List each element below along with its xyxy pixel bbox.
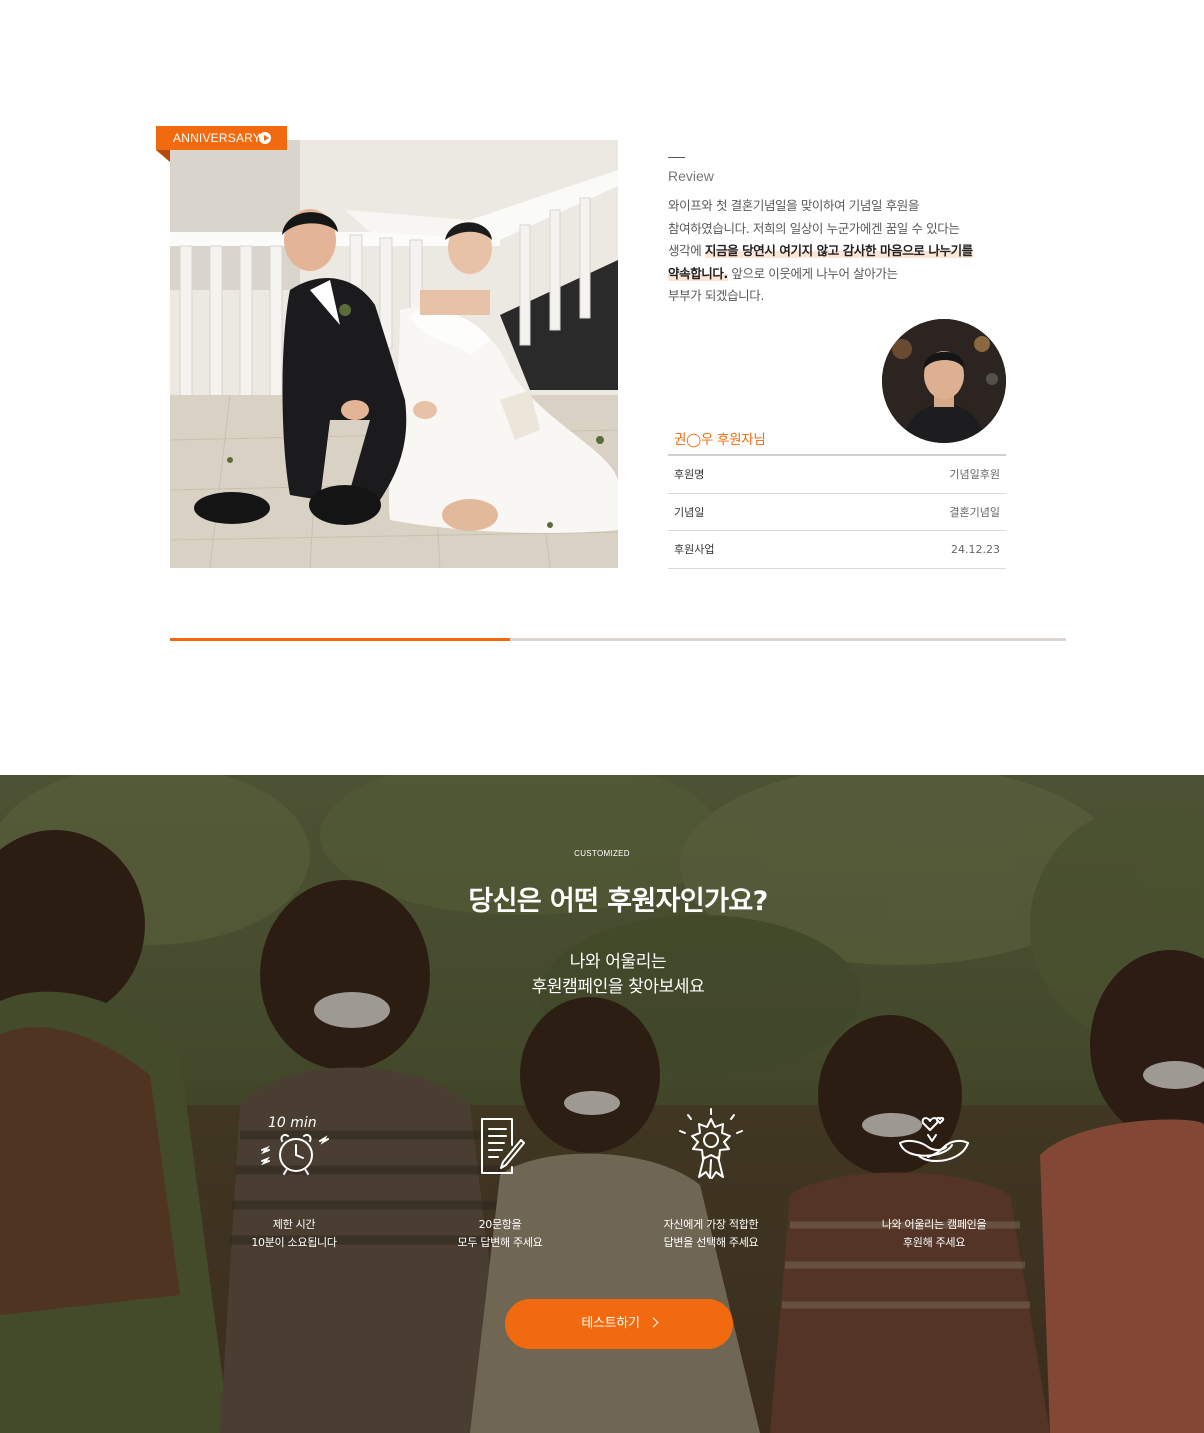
step-label: 나와 어울리는 캠페인을 후원해 주세요 [824, 1216, 1044, 1252]
step-time-limit: 10 min 제한 시간 10분이 소요됩니다 [184, 1105, 404, 1252]
wedding-photo [170, 140, 618, 568]
step-label: 20문항을 모두 답변해 주세요 [390, 1216, 610, 1252]
section-subheading: 나와 어울리는 후원캠페인을 찾아보세요 [0, 950, 1204, 1000]
section-headline: 당신은 어떤 후원자인가요? [468, 886, 768, 917]
review-line: 생각에 [668, 243, 705, 259]
alarm-clock-icon: 10 min [261, 1115, 329, 1175]
step-label-line: 제한 시간 [272, 1218, 316, 1231]
review-divider [668, 157, 685, 158]
carousel-progress-fill [170, 638, 511, 641]
table-row: 후원명 기념일후원 [668, 456, 1006, 494]
review-line: 참여하였습니다. 저희의 일상이 누군가에겐 꿈일 수 있다는 [668, 220, 960, 236]
subheading-line: 후원캠페인을 찾아보세요 [531, 977, 705, 997]
row-key: 후원사업 [674, 543, 715, 557]
step-label: 자신에게 가장 적합한 답변을 선택해 주세요 [601, 1216, 821, 1252]
review-heading: Review [668, 168, 714, 184]
step-answer-all: 20문항을 모두 답변해 주세요 [390, 1105, 610, 1252]
hands-heart-icon [899, 1116, 969, 1162]
row-value: 기념일후원 [949, 468, 1000, 482]
step-choose-answer: 자신에게 가장 적합한 답변을 선택해 주세요 [601, 1105, 821, 1252]
step-label-line: 답변을 선택해 주세요 [663, 1236, 759, 1249]
step-label: 제한 시간 10분이 소요됩니다 [184, 1216, 404, 1252]
tag-fold-shadow [156, 150, 170, 162]
start-test-button-label: 테스트하기 [581, 1316, 640, 1331]
sponsor-name: 권◯우 후원자님 [674, 432, 766, 448]
step-sponsor-campaign: 나와 어울리는 캠페인을 후원해 주세요 [824, 1105, 1044, 1252]
review-highlight: 지금을 당연시 여기지 않고 감사한 마음으로 나누기를 [704, 243, 973, 259]
start-test-button[interactable]: 테스트하기 [505, 1299, 733, 1349]
review-line: 와이프와 첫 결혼기념일을 맞이하여 기념일 후원을 [668, 198, 919, 213]
review-section: ANNIVERSARY Review 와이프와 첫 결혼기념일을 맞이하여 기념… [0, 0, 1204, 775]
sponsor-info-table: 후원명 기념일후원 기념일 결혼기념일 후원사업 24.12.23 [668, 454, 1006, 569]
anniversary-tag[interactable]: ANNIVERSARY [156, 126, 287, 150]
review-highlight: 약속합니다. [668, 265, 728, 281]
alarm-clock-icon-text: 10 min [268, 1115, 317, 1131]
customized-section: CUSTOMIZED 당신은 어떤 후원자인가요? 나와 어울리는 후원캠페인을… [0, 775, 1204, 1433]
review-content: Review 와이프와 첫 결혼기념일을 맞이하여 기념일 후원을 참여하였습니… [668, 150, 1006, 308]
step-label-line: 나와 어울리는 캠페인을 [881, 1218, 987, 1231]
step-label-line: 자신에게 가장 적합한 [663, 1218, 759, 1231]
table-row: 후원사업 24.12.23 [668, 531, 1006, 569]
row-key: 후원명 [674, 468, 705, 482]
review-text: 와이프와 첫 결혼기념일을 맞이하여 기념일 후원을 참여하였습니다. 저희의 … [668, 195, 1006, 308]
step-label-line: 모두 답변해 주세요 [457, 1236, 543, 1249]
step-label-line: 10분이 소요됩니다 [251, 1236, 337, 1249]
row-value: 결혼기념일 [949, 505, 1000, 519]
chevron-right-icon [648, 1317, 659, 1328]
award-ribbon-icon [679, 1108, 743, 1179]
subheading-line: 나와 어울리는 [569, 952, 667, 972]
play-icon [259, 132, 271, 144]
carousel-progress-bar[interactable] [170, 638, 1066, 641]
section-eyebrow: CUSTOMIZED [574, 849, 630, 858]
table-row: 기념일 결혼기념일 [668, 494, 1006, 531]
step-label-line: 20문항을 [478, 1218, 522, 1231]
sponsor-avatar [882, 319, 1006, 443]
row-value: 24.12.23 [951, 542, 1000, 556]
row-key: 기념일 [674, 505, 705, 519]
anniversary-tag-label: ANNIVERSARY [173, 131, 262, 145]
review-line: 앞으로 이웃에게 나누어 살아가는 [727, 265, 898, 281]
document-pen-icon [481, 1118, 525, 1174]
step-label-line: 후원해 주세요 [902, 1236, 966, 1249]
review-line: 부부가 되겠습니다. [668, 288, 764, 304]
